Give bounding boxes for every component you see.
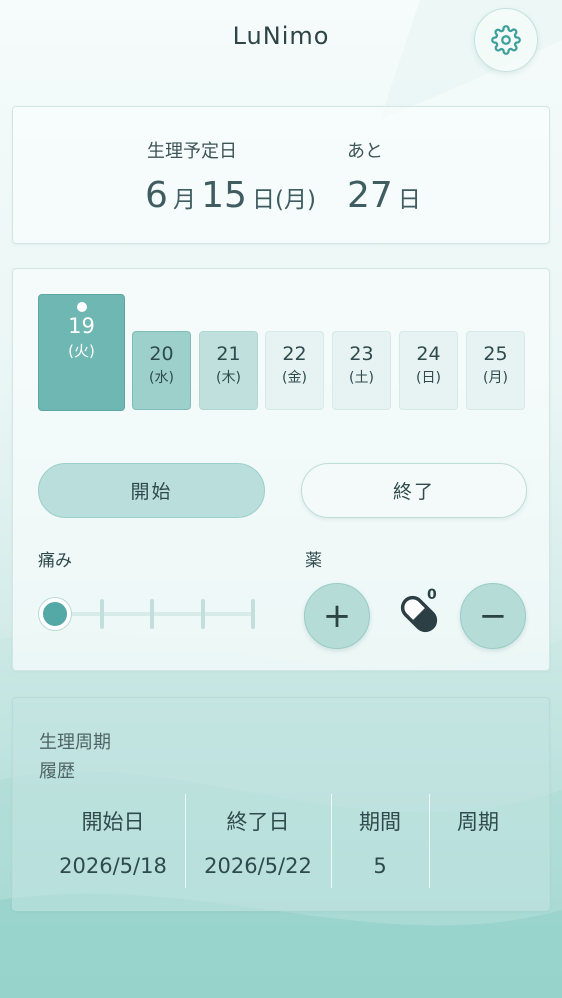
- history-header-duration: 期間: [359, 810, 401, 834]
- day-weekday: (土): [349, 370, 374, 386]
- calendar-day[interactable]: 21 (木): [199, 331, 258, 410]
- next-period-card: 生理予定日 あと 6 月 15 日(月) 27 日: [12, 106, 550, 244]
- pain-slider-tick: [251, 599, 255, 629]
- pain-slider-knob[interactable]: [39, 598, 71, 630]
- day-number: 24: [416, 343, 441, 365]
- history-title-line1: 生理周期: [39, 732, 111, 753]
- medicine-label: 薬: [305, 551, 322, 571]
- gear-icon: [491, 25, 521, 55]
- today-dot: [76, 302, 87, 312]
- remaining-label: あと: [347, 141, 383, 162]
- next-period-date: 6 月 15 日(月): [145, 175, 316, 216]
- day-weekday: (金): [282, 370, 307, 386]
- history-header-end: 終了日: [226, 810, 290, 834]
- day-number: 19: [68, 314, 95, 338]
- day-weekday: (日): [416, 370, 441, 386]
- end-button[interactable]: 終了: [301, 463, 527, 518]
- medicine-plus-button[interactable]: +: [304, 583, 370, 649]
- calendar-day[interactable]: 25 (月): [466, 331, 525, 410]
- history-cell-start: 2026/5/18: [59, 854, 167, 878]
- pain-slider-tick: [201, 599, 205, 629]
- next-period-weekday: (月): [275, 187, 316, 213]
- history-title-line2: 履歴: [39, 761, 75, 782]
- day-number: 25: [483, 343, 508, 365]
- pain-slider[interactable]: [39, 595, 259, 633]
- history-card: 生理周期 履歴 開始日 終了日 期間 周期 2026/5/18 2026/5/2…: [12, 697, 550, 911]
- remaining-days: 27 日: [347, 175, 421, 216]
- day-number: 23: [349, 343, 374, 365]
- pain-slider-tick: [150, 599, 154, 629]
- day-number: 22: [282, 343, 307, 365]
- calendar-day[interactable]: 24 (日): [399, 331, 458, 410]
- next-period-label: 生理予定日: [147, 141, 237, 162]
- settings-button[interactable]: [474, 8, 538, 72]
- day-unit: 日: [252, 187, 275, 213]
- tracking-card: 19 (火) 20 (水) 21 (木) 22 (金) 23 (土) 24 (日…: [12, 268, 550, 671]
- start-button[interactable]: 開始: [38, 463, 265, 518]
- history-cell-end: 2026/5/22: [204, 854, 312, 878]
- day-number: 21: [216, 343, 241, 365]
- day-weekday: (火): [68, 342, 95, 360]
- calendar-day[interactable]: 20 (水): [132, 331, 191, 410]
- next-period-day: 15: [201, 175, 247, 216]
- calendar-day[interactable]: 23 (土): [332, 331, 391, 410]
- next-period-month: 6: [145, 175, 168, 216]
- app-header: LuNimo: [0, 0, 562, 80]
- calendar-day[interactable]: 22 (金): [265, 331, 324, 410]
- medicine-count: 0: [427, 587, 437, 603]
- history-header-cycle: 周期: [457, 810, 499, 834]
- day-weekday: (月): [483, 370, 508, 386]
- history-cell-duration: 5: [373, 854, 387, 878]
- month-unit: 月: [173, 187, 196, 213]
- history-divider: [429, 794, 430, 888]
- calendar-day-selected[interactable]: 19 (火): [38, 294, 125, 411]
- history-title: 生理周期 履歴: [39, 728, 111, 786]
- remaining-days-value: 27: [347, 175, 393, 216]
- day-weekday: (木): [216, 370, 241, 386]
- day-weekday: (水): [149, 370, 174, 386]
- medicine-minus-button[interactable]: −: [460, 583, 526, 649]
- history-header-start: 開始日: [81, 810, 145, 834]
- pain-slider-tick: [100, 599, 104, 629]
- pain-label: 痛み: [38, 551, 72, 571]
- remaining-days-unit: 日: [397, 187, 421, 213]
- day-number: 20: [149, 343, 174, 365]
